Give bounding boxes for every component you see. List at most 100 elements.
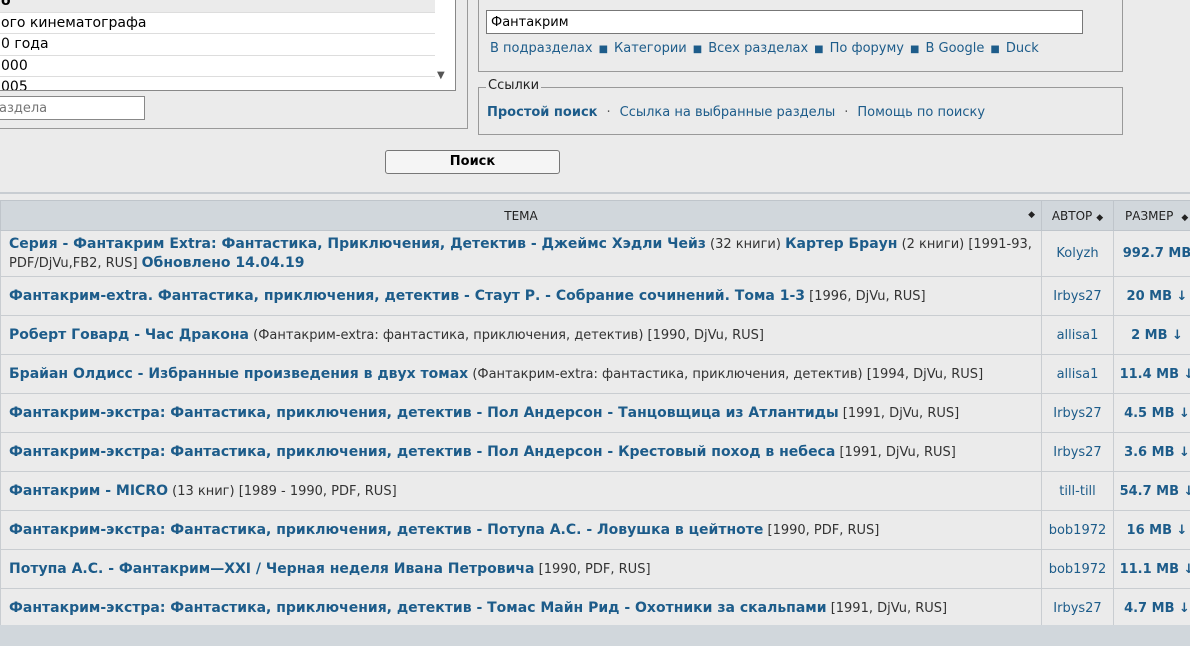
author-link[interactable]: Irbys27 [1053,445,1101,460]
table-row: Фантакрим-экстра: Фантастика, приключени… [0,393,1190,433]
links-row: Простой поиск · Ссылка на выбранные раздел… [487,105,986,120]
topic-link[interactable]: Картер Браун [785,236,897,252]
topic-details: (Фантакрим-extra: фантастика, приключени… [249,327,764,343]
download-link[interactable]: 16 MB ↓ [1127,523,1188,538]
topic-cell: Роберт Говард - Час Дракона (Фантакрим-e… [0,315,1042,355]
table-row: Фантакрим-экстра: Фантастика, приключени… [0,510,1190,550]
results-table: ТЕМА ◆ АВТОР ◆ РАЗМЕР ◆ Серия - Фантакрим E… [0,200,1190,628]
search-scope-links: В подразделах ■ Категории ■ Всех разделах ■ По… [490,41,1039,56]
size-cell: 16 MB ↓ [1113,510,1190,550]
simple-search-link[interactable]: Простой поиск [487,105,597,120]
forum-option[interactable]: 000 [0,56,435,77]
topic-details: [1990, PDF, RUS] [534,561,651,577]
topic-cell: Фантакрим-экстра: Фантастика, приключени… [0,432,1042,472]
search-query-input[interactable] [486,10,1083,34]
size-column-header[interactable]: РАЗМЕР ◆ [1113,200,1190,231]
topic-cell: Серия - Фантакрим Extra: Фантастика, При… [0,230,1042,277]
author-link[interactable]: till-till [1059,484,1096,499]
author-cell: allisa1 [1041,315,1114,355]
scope-duck-link[interactable]: Duck [1006,41,1039,56]
sort-icon: ◆ [1096,212,1104,223]
topic-link[interactable]: Фантакрим-extra. Фантастика, приключения… [9,288,805,304]
topic-cell: Фантакрим-экстра: Фантастика, приключени… [0,510,1042,550]
author-cell: Irbys27 [1041,588,1114,628]
divider [0,192,1190,194]
download-link[interactable]: 2 MB ↓ [1131,328,1183,343]
author-header-label: АВТОР [1051,208,1093,223]
topic-details: [1991, DjVu, RUS] [835,444,956,460]
scope-forum-link[interactable]: По форуму [830,41,904,56]
download-link[interactable]: 992.7 MB [1123,246,1190,261]
table-row: Серия - Фантакрим Extra: Фантастика, При… [0,230,1190,277]
topic-cell: Фантакрим-экстра: Фантастика, приключени… [0,393,1042,433]
topic-link[interactable]: Брайан Олдисс - Избранные произведения в… [9,366,468,382]
download-link[interactable]: 54.7 MB ↓ [1120,484,1190,499]
author-cell: till-till [1041,471,1114,511]
scope-subsections-link[interactable]: В подразделах [490,41,593,56]
scroll-down-arrow-icon[interactable]: ▼ [437,70,445,81]
table-row: Фантакрим - MICRO (13 книг) [1989 - 1990… [0,471,1190,511]
size-cell: 54.7 MB ↓ [1113,471,1190,511]
author-cell: bob1972 [1041,549,1114,589]
size-cell: 4.7 MB ↓ [1113,588,1190,628]
download-link[interactable]: 20 MB ↓ [1127,289,1188,304]
table-row: Фантакрим-экстра: Фантастика, приключени… [0,588,1190,628]
forum-option[interactable]: о [0,0,435,13]
author-link[interactable]: bob1972 [1049,562,1107,577]
download-link[interactable]: 4.5 MB ↓ [1124,406,1190,421]
topic-details: [1996, DjVu, RUS] [805,288,926,304]
topic-details: [1990, PDF, RUS] [763,522,880,538]
author-cell: Kolyzh [1041,230,1114,277]
author-link[interactable]: allisa1 [1057,328,1099,343]
size-cell: 11.1 MB ↓ [1113,549,1190,589]
sort-icon: ◆ [1028,210,1035,220]
download-link[interactable]: 3.6 MB ↓ [1124,445,1190,460]
size-header-label: РАЗМЕР [1125,208,1174,223]
download-link[interactable]: 11.1 MB ↓ [1120,562,1190,577]
topic-details: (13 книг) [1989 - 1990, PDF, RUS] [168,483,397,499]
topic-link[interactable]: Фантакрим-экстра: Фантастика, приключени… [9,444,835,460]
author-cell: Irbys27 [1041,393,1114,433]
size-cell: 3.6 MB ↓ [1113,432,1190,472]
topic-details: [1991, DjVu, RUS] [826,600,948,616]
author-link[interactable]: allisa1 [1057,367,1099,382]
topic-link[interactable]: Роберт Говард - Час Дракона [9,327,249,343]
author-link[interactable]: Irbys27 [1053,289,1101,304]
topic-link[interactable]: Фантакрим - MICRO [9,483,168,499]
selected-sections-link[interactable]: Ссылка на выбранные разделы [620,105,836,120]
topic-cell: Фантакрим-экстра: Фантастика, приключени… [0,588,1042,628]
section-filter-input[interactable] [0,96,145,120]
scope-categories-link[interactable]: Категории [614,41,687,56]
search-help-link[interactable]: Помощь по поиску [857,105,985,120]
author-cell: Irbys27 [1041,432,1114,472]
scope-google-link[interactable]: В Google [925,41,984,56]
author-column-header[interactable]: АВТОР ◆ [1041,200,1114,231]
size-cell: 20 MB ↓ [1113,276,1190,316]
forum-option[interactable]: 0 года [0,34,435,56]
author-link[interactable]: Kolyzh [1056,246,1098,261]
forum-listbox[interactable]: о ого кинематографа 0 года 000 005 [0,0,456,91]
author-cell: bob1972 [1041,510,1114,550]
author-cell: Irbys27 [1041,276,1114,316]
search-button[interactable]: Поиск [385,150,560,174]
topic-link[interactable]: Серия - Фантакрим Extra: Фантастика, При… [9,236,706,252]
topic-cell: Потупа А.С. - Фантакрим—XXI / Черная нед… [0,549,1042,589]
sort-icon: ◆ [1181,212,1189,223]
forum-option[interactable]: 005 [0,77,435,90]
topic-link[interactable]: Потупа А.С. - Фантакрим—XXI / Черная нед… [9,561,535,577]
author-link[interactable]: Irbys27 [1053,406,1101,421]
topic-column-header[interactable]: ТЕМА ◆ [0,200,1042,231]
topic-header-label: ТЕМА [504,208,538,223]
scope-all-sections-link[interactable]: Всех разделах [708,41,808,56]
forum-option[interactable]: ого кинематографа [0,13,435,34]
size-cell: 2 MB ↓ [1113,315,1190,355]
topic-link[interactable]: Фантакрим-экстра: Фантастика, приключени… [9,600,827,616]
download-link[interactable]: 4.7 MB ↓ [1124,601,1190,616]
topic-details: [1991, DjVu, RUS] [838,405,960,421]
download-link[interactable]: 11.4 MB ↓ [1120,367,1190,382]
topic-link[interactable]: Фантакрим-экстра: Фантастика, приключени… [9,522,763,538]
author-link[interactable]: Irbys27 [1053,601,1101,616]
topic-link[interactable]: Фантакрим-экстра: Фантастика, приключени… [9,405,839,421]
author-link[interactable]: bob1972 [1049,523,1107,538]
table-row: Фантакрим-extra. Фантастика, приключения… [0,276,1190,316]
